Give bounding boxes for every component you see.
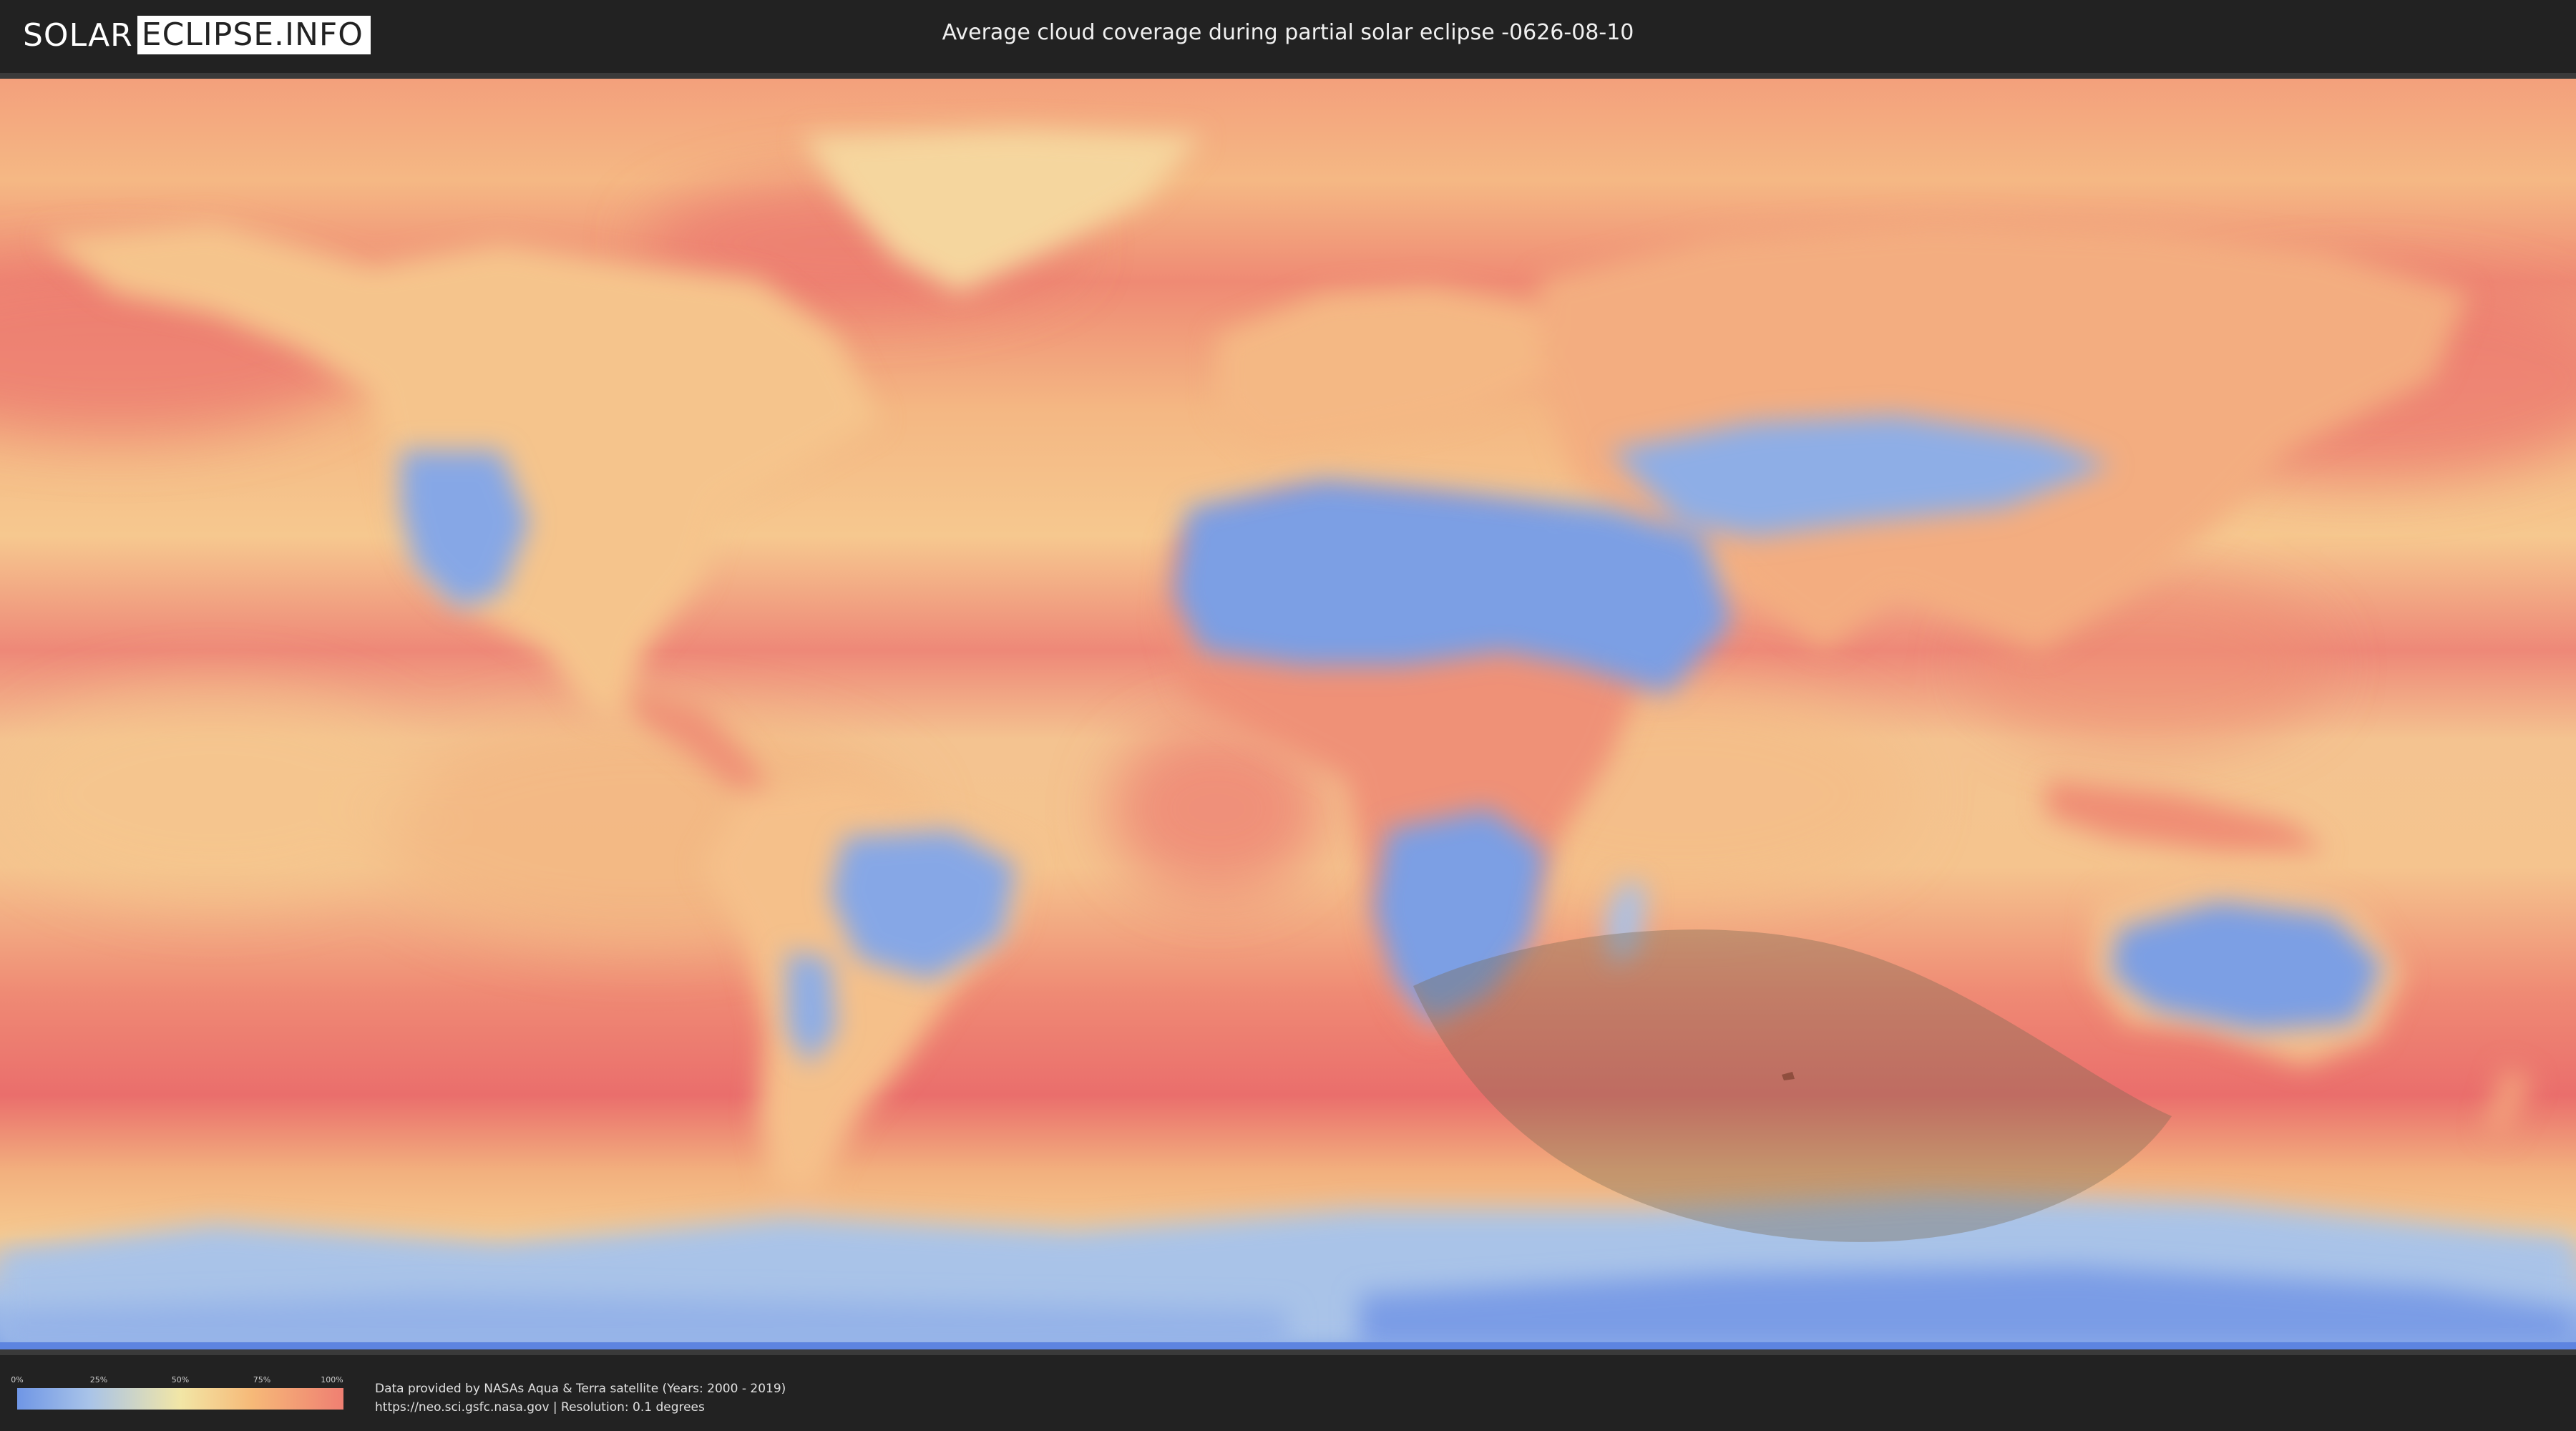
map-frame bbox=[0, 73, 2576, 1355]
cloud-coverage-map[interactable] bbox=[0, 79, 2576, 1349]
data-credits: Data provided by NASAs Aqua & Terra sate… bbox=[375, 1379, 786, 1417]
legend-tick-100: 100% bbox=[321, 1375, 343, 1384]
footer-bar: 0% 25% 50% 75% 100% Data provided by NAS… bbox=[0, 1355, 2576, 1431]
credits-line-1: Data provided by NASAs Aqua & Terra sate… bbox=[375, 1382, 786, 1396]
cloud-coverage-legend: 0% 25% 50% 75% 100% bbox=[11, 1375, 343, 1410]
legend-tick-50: 50% bbox=[171, 1375, 190, 1384]
header-bar: SOLAR ECLIPSE.INFO Average cloud coverag… bbox=[0, 0, 2576, 73]
legend-tick-0: 0% bbox=[11, 1375, 24, 1384]
legend-tick-25: 25% bbox=[89, 1375, 108, 1384]
credits-line-2[interactable]: https://neo.sci.gsfc.nasa.gov | Resoluti… bbox=[375, 1398, 786, 1417]
page-title: Average cloud coverage during partial so… bbox=[942, 20, 1634, 45]
legend-color-bar bbox=[17, 1388, 343, 1410]
legend-tick-75: 75% bbox=[253, 1375, 271, 1384]
polar-edge bbox=[0, 1342, 2576, 1349]
